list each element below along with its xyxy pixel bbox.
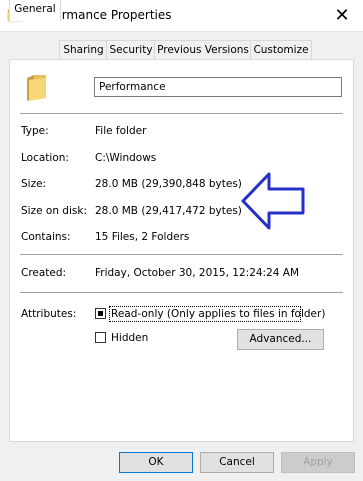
close-button[interactable]: ✕ [331,6,353,26]
arrow-annotation-icon [241,172,305,230]
contains-value: 15 Files, 2 Folders [95,231,190,243]
attributes-label: Attributes: [21,308,77,320]
apply-button[interactable]: Apply [281,452,355,473]
size-value: 28.0 MB (29,390,848 bytes) [95,178,242,190]
ok-button[interactable]: OK [119,452,193,473]
hidden-label[interactable]: Hidden [111,332,148,344]
location-value: C:\Windows [95,152,157,164]
location-label: Location: [21,152,69,164]
hidden-checkbox[interactable] [95,332,106,343]
created-value: Friday, October 30, 2015, 12:24:24 AM [95,267,300,279]
contains-label: Contains: [21,231,71,243]
readonly-checkbox[interactable] [95,308,106,319]
size-on-disk-label: Size on disk: [21,205,87,217]
readonly-label[interactable]: Read-only (Only applies to files in fold… [111,308,325,320]
tab-security[interactable]: Security [106,40,156,59]
tab-customize[interactable]: Customize [250,40,312,59]
created-label: Created: [21,267,67,279]
tab-general[interactable]: General [9,0,61,21]
folder-name-input[interactable]: Performance [94,77,342,97]
tab-sharing[interactable]: Sharing [59,40,108,59]
size-label: Size: [21,178,47,190]
separator [20,292,343,293]
folder-icon [27,75,46,101]
advanced-button[interactable]: Advanced... [237,329,324,350]
size-on-disk-value: 28.0 MB (29,417,472 bytes) [95,205,242,217]
type-label: Type: [21,125,49,137]
checkbox-indeterminate-mark [98,311,103,316]
general-panel [9,59,354,442]
cancel-button[interactable]: Cancel [200,452,274,473]
separator [20,254,343,255]
type-value: File folder [95,125,147,137]
separator [20,113,343,114]
tab-previous-versions[interactable]: Previous Versions [154,40,252,59]
